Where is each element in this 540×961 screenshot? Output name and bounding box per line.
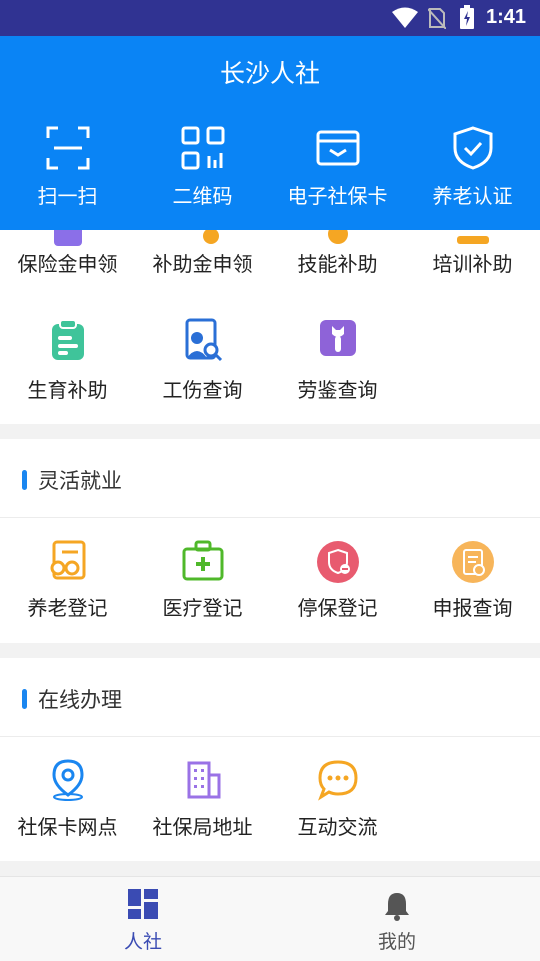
building-icon — [187, 761, 220, 799]
medical-kit-icon — [182, 540, 223, 581]
service-label: 培训补助 — [432, 252, 513, 276]
medical-registration[interactable]: 医疗登记 — [135, 540, 270, 630]
qrcode-icon — [181, 126, 224, 170]
shield-check-icon — [453, 126, 492, 170]
tab-label: 人社 — [123, 931, 162, 953]
online-card: 社保卡网点 社保局地址 互动交流 — [0, 737, 540, 861]
social-card-outlets[interactable]: 社保卡网点 — [0, 759, 135, 849]
pension-auth-button[interactable]: 养老认证 — [405, 126, 540, 208]
social-bureau-address[interactable]: 社保局地址 — [135, 759, 270, 849]
tab-renshe[interactable]: 人社 — [8, 877, 278, 961]
service-label: 保险金申领 — [17, 252, 118, 276]
section-accent-bar — [22, 689, 27, 709]
service-maternity-subsidy[interactable]: 生育补助 — [0, 318, 135, 408]
service-labor-appraisal-query[interactable]: 劳鉴查询 — [270, 318, 405, 408]
e-social-card-button[interactable]: 电子社保卡 — [270, 126, 405, 208]
interactive-communication[interactable]: 互动交流 — [270, 759, 405, 849]
chat-bubble-icon — [317, 760, 358, 801]
service-label: 劳鉴查询 — [297, 378, 378, 402]
scan-label: 扫一扫 — [37, 184, 98, 208]
person-search-icon — [185, 318, 222, 362]
document-refresh-icon — [451, 541, 494, 583]
services-card: 保险金申领 补助金申领 技能补助 培训补助 生育补助 工伤查询 劳鉴查询 — [0, 200, 540, 424]
no-sim-icon — [428, 8, 446, 29]
status-time: 1:41 — [485, 6, 526, 28]
section-title: 在线办理 — [38, 688, 122, 712]
service-label: 工伤查询 — [162, 378, 243, 402]
wifi-icon — [392, 7, 418, 28]
dashboard-icon — [128, 889, 158, 919]
service-label: 社保局地址 — [152, 815, 253, 839]
service-label: 补助金申领 — [152, 252, 253, 276]
location-pin-icon — [51, 759, 84, 801]
app-header: 长沙人社 扫一扫 二维码 电子社保卡 养老认证 — [0, 36, 540, 230]
service-label: 申报查询 — [432, 596, 513, 620]
bottom-tab-bar: 人社 我的 — [0, 876, 540, 961]
tab-label: 我的 — [377, 931, 416, 953]
qrcode-label: 二维码 — [172, 184, 233, 208]
section-header-online: 在线办理 — [0, 658, 540, 737]
service-label: 技能补助 — [297, 252, 378, 276]
section-title: 灵活就业 — [38, 469, 122, 493]
pension-registration[interactable]: 养老登记 — [0, 540, 135, 630]
shield-minus-icon — [316, 541, 359, 583]
scan-button[interactable]: 扫一扫 — [0, 126, 135, 208]
service-label: 养老登记 — [27, 596, 108, 620]
battery-icon — [460, 5, 474, 29]
scan-icon — [46, 126, 89, 170]
service-label: 社保卡网点 — [17, 815, 118, 839]
e-social-card-label: 电子社保卡 — [287, 184, 388, 208]
service-injury-query[interactable]: 工伤查询 — [135, 318, 270, 408]
declaration-query[interactable]: 申报查询 — [405, 540, 540, 630]
suspend-insurance-registration[interactable]: 停保登记 — [270, 540, 405, 630]
pension-auth-label: 养老认证 — [432, 184, 513, 208]
tab-mine[interactable]: 我的 — [262, 877, 532, 961]
page-title: 长沙人社 — [219, 59, 320, 88]
section-header-flexible-employment: 灵活就业 — [0, 439, 540, 518]
service-label: 互动交流 — [297, 815, 378, 839]
glasses-doc-icon — [50, 540, 85, 580]
section-accent-bar — [22, 470, 27, 490]
service-label: 医疗登记 — [162, 596, 243, 620]
flexible-employment-card: 养老登记 医疗登记 停保登记 申报查询 — [0, 518, 540, 643]
qrcode-button[interactable]: 二维码 — [135, 126, 270, 208]
card-icon — [316, 130, 359, 166]
wrench-icon — [319, 320, 356, 356]
service-label: 停保登记 — [297, 596, 378, 620]
status-bar: 1:41 — [0, 0, 540, 36]
service-label: 生育补助 — [27, 378, 108, 402]
bell-icon — [385, 893, 409, 921]
clipboard-icon — [51, 319, 84, 360]
